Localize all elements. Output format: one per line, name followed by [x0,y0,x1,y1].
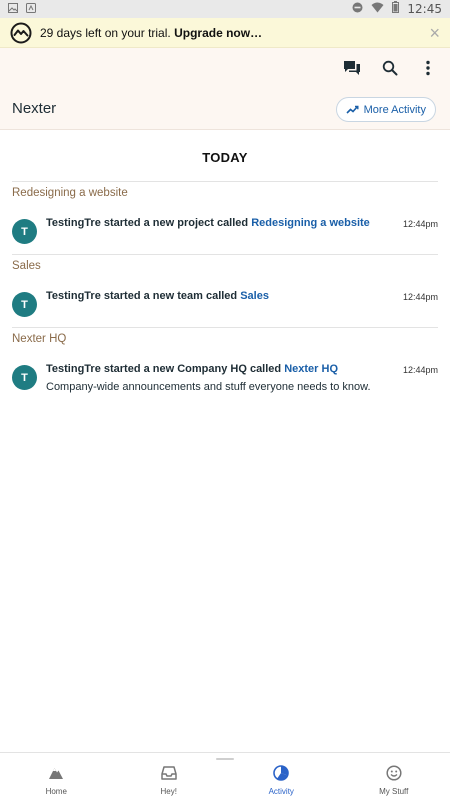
activity-text-prefix: TestingTre started a new project called [46,217,252,229]
more-activity-button[interactable]: More Activity [335,97,436,122]
activity-item-body: TestingTre started a new team called Sal… [46,289,395,304]
toolbar [342,58,438,78]
nav-item-my-stuff[interactable]: My Stuff [338,753,450,800]
overflow-menu-icon[interactable] [418,58,438,78]
avatar[interactable]: T [12,365,37,390]
section-title: Redesigning a website [12,187,128,199]
project-link[interactable]: Redesigning a website [251,217,370,229]
company-hq-link[interactable]: Nexter HQ [284,363,338,375]
bottom-nav: Home Hey! Activity My Stuff [0,752,450,800]
battery-icon [392,0,400,18]
upgrade-now-link[interactable]: Upgrade now… [174,26,262,40]
activity-time: 12:44pm [402,292,438,302]
app-notification-icon [26,0,36,18]
activity-text: TestingTre started a new project called … [46,216,395,231]
nav-item-home[interactable]: Home [0,753,113,800]
smiley-face-icon [386,765,402,781]
trend-line-icon [346,105,359,114]
activity-pie-icon [273,765,290,781]
do-not-disturb-icon [352,0,363,18]
drag-handle[interactable] [216,758,234,760]
image-notification-icon [8,0,18,18]
nav-label: Activity [268,787,294,796]
activity-text-prefix: TestingTre started a new team called [46,290,241,302]
activity-description: Company-wide announcements and stuff eve… [46,381,371,393]
trial-banner[interactable]: 29 days left on your trial. Upgrade now…… [0,18,450,48]
section-title: Nexter HQ [12,333,67,345]
section-title: Sales [12,260,41,272]
activity-time: 12:44pm [402,219,438,229]
activity-text: TestingTre started a new team called Sal… [46,289,395,304]
activity-text: TestingTre started a new Company HQ call… [46,362,395,377]
nav-item-hey[interactable]: Hey! [113,753,226,800]
status-time: 12:45 [407,2,442,16]
search-icon[interactable] [380,58,400,78]
activity-feed: TODAY Redesigning a website T TestingTre… [0,130,450,395]
status-bar: 12:45 [0,0,450,18]
activity-item-body: TestingTre started a new Company HQ call… [46,362,395,395]
activity-item[interactable]: T TestingTre started a new team called S… [0,281,450,317]
nav-label: Hey! [160,787,177,796]
home-mountain-icon [49,768,64,779]
trial-days-left: 29 days left on your trial. [40,25,171,40]
app-header: Nexter More Activity [0,48,450,130]
activity-time: 12:44pm [402,365,438,375]
avatar[interactable]: T [12,292,37,317]
activity-text-prefix: TestingTre started a new Company HQ call… [46,363,285,375]
feed-day-heading: TODAY [202,150,248,165]
activity-item[interactable]: T TestingTre started a new project calle… [0,208,450,244]
inbox-tray-icon [161,766,177,780]
team-link[interactable]: Sales [240,290,269,302]
more-activity-label: More Activity [363,103,426,116]
activity-item[interactable]: T TestingTre started a new Company HQ ca… [0,354,450,395]
pings-chat-icon[interactable] [342,58,362,78]
page-title: Nexter [12,100,57,117]
close-icon[interactable]: × [429,24,440,42]
wifi-icon [371,0,384,18]
avatar[interactable]: T [12,219,37,244]
activity-item-body: TestingTre started a new project called … [46,216,395,231]
nav-label: My Stuff [379,787,409,796]
nav-label: Home [45,787,67,796]
trial-text: 29 days left on your trial. Upgrade now… [40,26,262,40]
nav-item-activity[interactable]: Activity [225,753,338,800]
basecamp-logo-icon [10,22,32,43]
